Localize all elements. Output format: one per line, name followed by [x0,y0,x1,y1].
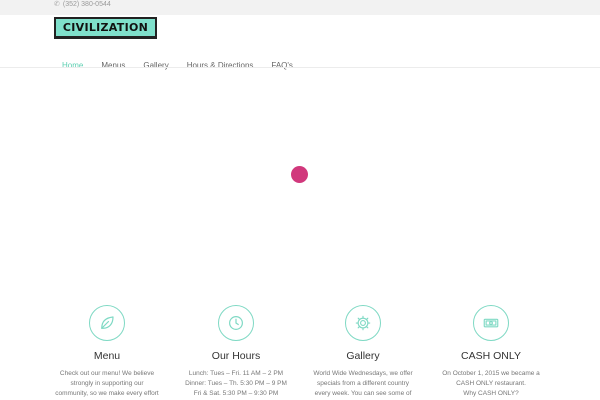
feature-icon-circle[interactable] [89,305,125,341]
gear-icon [355,315,371,331]
feature-description: Lunch: Tues – Fri. 11 AM – 2 PM Dinner: … [171,369,301,398]
feature-desc-line: Dinner: Tues – Th. 5:30 PM – 9 PM [185,379,287,387]
nav-item-gallery[interactable]: Gallery [143,60,168,72]
feature-desc-line: CASH ONLY restaurant. [456,379,526,387]
clock-icon [229,316,243,330]
feature-desc-line: Lunch: Tues – Fri. 11 AM – 2 PM [188,370,284,377]
feature-desc-line: Check out our menu! We believe [59,370,155,377]
feature-desc-line: specials from a different country [316,379,409,387]
feature-icon-circle[interactable] [345,305,381,341]
site-logo[interactable]: CIVILIZATION [54,17,157,39]
main-nav: Home Menus Gallery Hours & Directions FA… [62,60,311,72]
phone-number[interactable]: ✆ (352) 380-0544 [54,0,111,10]
feature-desc-line: Why CASH ONLY? [463,389,519,397]
leaf-icon [101,316,114,329]
nav-item-faqs[interactable]: FAQ's [271,60,293,72]
nav-item-menus[interactable]: Menus [101,60,125,72]
feature-description: On October 1, 2015 we became a CASH ONLY… [426,369,556,398]
feature-desc-line: On October 1, 2015 we became a [442,370,540,377]
logo-text: CIVILIZATION [62,21,149,34]
phone-icon: ✆ [54,1,60,8]
top-bar: ✆ (352) 380-0544 [0,0,600,15]
loading-spinner [291,166,308,183]
feature-menu: Menu Check out our menu! We believe stro… [42,305,172,398]
header-divider [0,67,600,68]
feature-gallery: Gallery World Wide Wednesdays, we offer … [298,305,428,398]
cash-icon [483,318,499,328]
feature-description: World Wide Wednesdays, we offer specials… [298,369,428,398]
feature-hours: Our Hours Lunch: Tues – Fri. 11 AM – 2 P… [171,305,301,398]
feature-title[interactable]: Gallery [298,350,428,363]
phone-text: (352) 380-0544 [62,1,111,8]
nav-item-home[interactable]: Home [62,60,83,72]
feature-icon-circle[interactable] [218,305,254,341]
feature-title[interactable]: Our Hours [171,350,301,363]
feature-description: Check out our menu! We believe strongly … [42,369,172,398]
feature-cash-only: CASH ONLY On October 1, 2015 we became a… [426,305,556,398]
site-header: CIVILIZATION Home Menus Gallery Hours & … [0,15,600,70]
feature-title[interactable]: CASH ONLY [426,350,556,363]
feature-desc-line: World Wide Wednesdays, we offer [313,370,413,377]
feature-title[interactable]: Menu [42,350,172,363]
nav-item-hours-directions[interactable]: Hours & Directions [187,60,254,72]
feature-desc-line: every week. You can see some of [314,389,412,397]
feature-desc-line: Fri & Sat. 5:30 PM – 9:30 PM [193,389,279,397]
feature-icon-circle[interactable] [473,305,509,341]
features-section: Menu Check out our menu! We believe stro… [0,305,600,400]
feature-desc-line: strongly in supporting our [70,379,144,387]
feature-desc-line: community, so we make every effort [55,389,159,397]
